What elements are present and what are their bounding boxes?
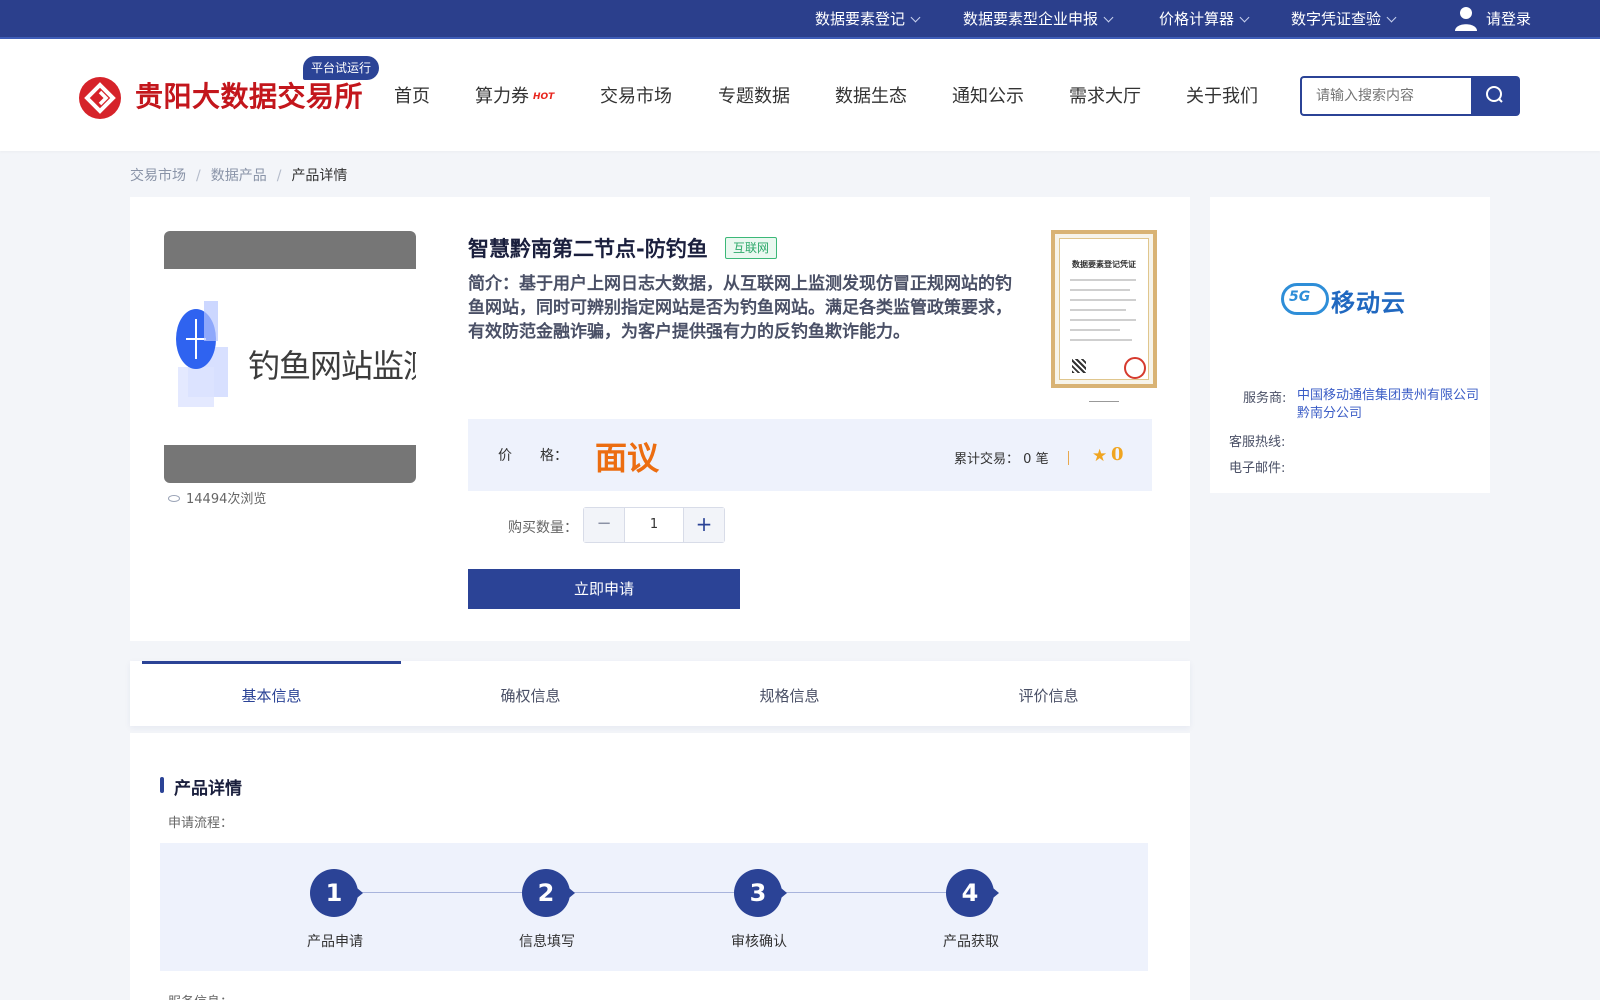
breadcrumb-current: 产品详情 xyxy=(291,168,348,184)
step-1-label: 产品申请 xyxy=(307,934,363,950)
section-title: 产品详情 xyxy=(174,779,242,799)
product-image: 钓鱼网站监测 xyxy=(164,231,416,483)
price-value: 面议 xyxy=(595,439,660,477)
step-3-badge: 3 xyxy=(734,869,787,917)
trade-count: 累计交易： 0 笔 xyxy=(954,452,1049,467)
step-3-label: 审核确认 xyxy=(731,934,787,950)
seal-icon xyxy=(1124,357,1146,379)
price-label: 价 格： xyxy=(498,448,568,464)
service-provider-label: 服务商: xyxy=(1243,391,1287,406)
topbar-item-enterprise-declare[interactable]: 数据要素型企业申报 xyxy=(963,0,1114,39)
decrease-button[interactable]: − xyxy=(584,508,625,542)
breadcrumb: 交易市场 / 数据产品 / 产品详情 xyxy=(130,168,348,184)
beta-badge: 平台试运行 xyxy=(303,56,380,80)
certificate-title: 数据要素登记凭证 xyxy=(1072,260,1136,269)
topbar-item-certificate-check[interactable]: 数字凭证查验 xyxy=(1291,0,1397,39)
step-1-badge: 1 xyxy=(310,869,363,917)
tab-review-info[interactable]: 评价信息 xyxy=(919,661,1178,726)
service-provider-value[interactable]: 中国移动通信集团贵州有限公司黔南分公司 xyxy=(1297,387,1487,423)
site-header: 贵阳大数据交易所 平台试运行 首页 算力券 HOT 交易市场 专题数据 数据生态… xyxy=(0,39,1600,151)
qr-code-icon xyxy=(1072,359,1086,373)
info-tabs: 基本信息 确权信息 规格信息 评价信息 xyxy=(130,661,1190,726)
nav-compute-voucher[interactable]: 算力券 xyxy=(475,82,529,108)
quantity-label: 购买数量： xyxy=(508,520,578,536)
rating-value: 0 xyxy=(1111,444,1124,465)
step-4-badge: 4 xyxy=(946,869,999,917)
nav-market[interactable]: 交易市场 xyxy=(600,82,672,108)
eye-icon xyxy=(168,495,180,502)
category-tag: 互联网 xyxy=(725,237,778,259)
nav-ecosystem[interactable]: 数据生态 xyxy=(835,82,907,108)
flow-label: 申请流程： xyxy=(168,816,234,831)
login-link[interactable]: 请登录 xyxy=(1486,0,1531,39)
search-box xyxy=(1300,76,1472,116)
breadcrumb-market[interactable]: 交易市场 xyxy=(130,168,186,184)
tab-spec-info[interactable]: 规格信息 xyxy=(660,661,919,726)
step-2-badge: 2 xyxy=(522,869,575,917)
step-2-label: 信息填写 xyxy=(519,934,575,950)
breadcrumb-data-products[interactable]: 数据产品 xyxy=(211,168,267,184)
chevron-down-icon xyxy=(1239,12,1250,23)
search-button[interactable] xyxy=(1471,76,1520,116)
tab-basic-info[interactable]: 基本信息 xyxy=(142,661,401,726)
hot-badge: HOT xyxy=(533,92,555,102)
provider-logo[interactable]: 5G 移动云 xyxy=(1281,279,1421,319)
shield-graphic-icon xyxy=(176,301,228,407)
step-4-label: 产品获取 xyxy=(943,934,999,950)
topbar-item-price-calculator[interactable]: 价格计算器 xyxy=(1159,0,1250,39)
increase-button[interactable]: + xyxy=(683,508,724,542)
search-input[interactable] xyxy=(1302,78,1472,114)
nav-demand-hall[interactable]: 需求大厅 xyxy=(1069,82,1141,108)
brand-name[interactable]: 贵阳大数据交易所 xyxy=(135,75,363,115)
service-info-label: 服务信息： xyxy=(168,991,233,1000)
nav-topic-data[interactable]: 专题数据 xyxy=(718,82,790,108)
search-icon xyxy=(1486,86,1503,103)
nav-about[interactable]: 关于我们 xyxy=(1186,82,1258,108)
product-title: 智慧黔南第二节点-防钓鱼 xyxy=(468,237,708,261)
product-image-text: 钓鱼网站监测 xyxy=(248,347,416,385)
quantity-stepper: − + xyxy=(583,507,725,543)
nav-notices[interactable]: 通知公示 xyxy=(952,82,1024,108)
product-description: 简介：基于用户上网日志大数据，从互联网上监测发现仿冒正规网站的钓鱼网站，同时可辨… xyxy=(468,274,1012,342)
topbar-item-data-registration[interactable]: 数据要素登记 xyxy=(815,0,921,39)
apply-button[interactable]: 立即申请 xyxy=(468,569,740,609)
chevron-down-icon xyxy=(1386,12,1397,23)
star-icon: ★ xyxy=(1092,446,1108,466)
email-label: 电子邮件: xyxy=(1229,461,1286,476)
top-bar: 数据要素登记 数据要素型企业申报 价格计算器 数字凭证查验 请登录 xyxy=(0,0,1600,39)
nav-home[interactable]: 首页 xyxy=(394,82,430,108)
user-icon[interactable] xyxy=(1454,6,1478,32)
view-count: 14494次浏览 xyxy=(168,488,266,507)
chevron-down-icon xyxy=(910,12,921,23)
registration-certificate[interactable]: 数据要素登记凭证 xyxy=(1051,230,1157,388)
quantity-input[interactable] xyxy=(625,508,683,542)
tab-rights-info[interactable]: 确权信息 xyxy=(401,661,660,726)
chevron-down-icon xyxy=(1103,12,1114,23)
process-flow xyxy=(160,843,1148,971)
exchange-logo-icon[interactable] xyxy=(79,77,121,119)
price-panel xyxy=(468,419,1152,491)
hotline-label: 客服热线: xyxy=(1229,435,1286,450)
